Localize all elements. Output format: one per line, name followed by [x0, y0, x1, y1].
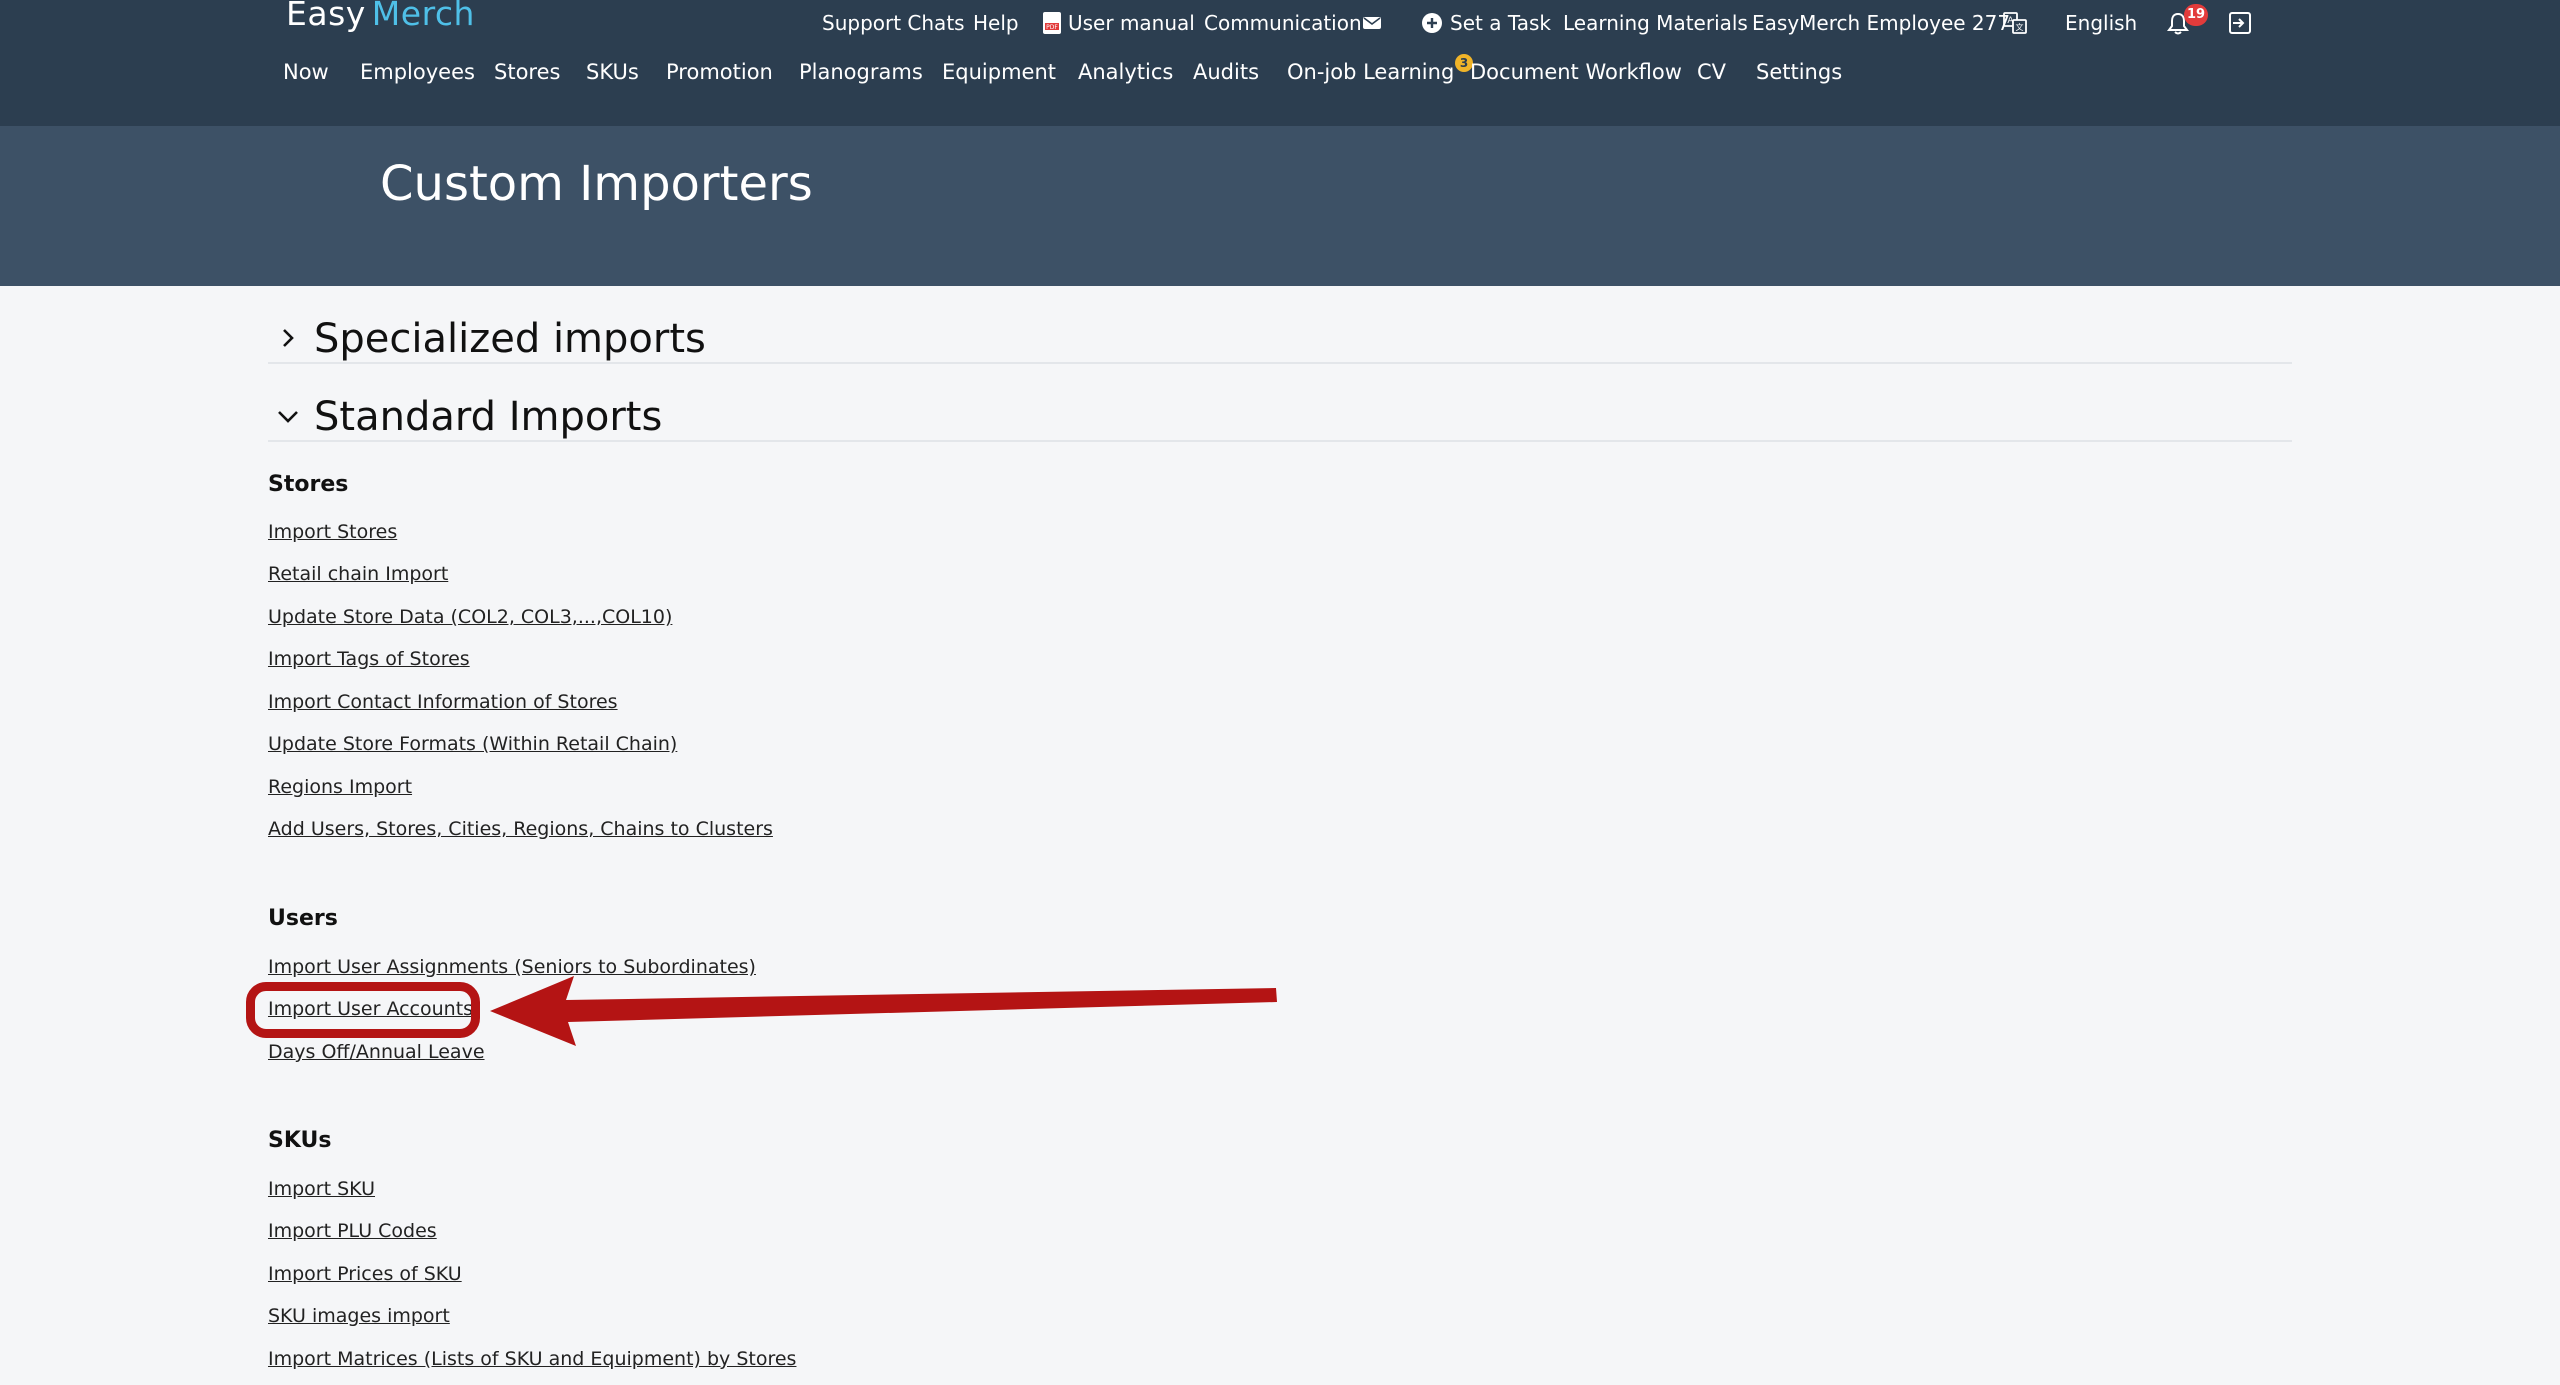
link-import-contact-information[interactable]: Import Contact Information of Stores: [268, 689, 618, 715]
employee-name-link[interactable]: EasyMerch Employee 277: [1752, 10, 2010, 36]
easymerch-logo[interactable]: Easy Merch: [286, 0, 475, 38]
section-label: Specialized imports: [314, 316, 706, 362]
chevron-down-icon: [278, 411, 298, 423]
set-task-link[interactable]: Set a Task: [1450, 10, 1551, 36]
nav-planograms[interactable]: Planograms: [799, 58, 923, 86]
link-import-tags-of-stores[interactable]: Import Tags of Stores: [268, 646, 470, 672]
learning-materials-link[interactable]: Learning Materials: [1563, 10, 1748, 36]
section-specialized-imports[interactable]: Specialized imports: [268, 312, 2292, 364]
chevron-right-icon: [283, 329, 294, 347]
group-title-stores: Stores: [268, 472, 349, 497]
svg-text:文: 文: [2016, 22, 2024, 32]
nav-promotion[interactable]: Promotion: [666, 58, 773, 86]
logo-part-easy: Easy: [286, 0, 366, 33]
link-retail-chain-import[interactable]: Retail chain Import: [268, 561, 448, 587]
nav-employees[interactable]: Employees: [360, 58, 475, 86]
section-label: Standard Imports: [314, 394, 663, 440]
page-title: Custom Importers: [380, 156, 813, 212]
link-days-off-annual-leave[interactable]: Days Off/Annual Leave: [268, 1039, 485, 1065]
link-regions-import[interactable]: Regions Import: [268, 774, 412, 800]
help-link[interactable]: Help: [973, 10, 1019, 36]
plus-circle-icon[interactable]: [1420, 10, 1444, 36]
logout-icon[interactable]: [2228, 10, 2252, 36]
nav-stores[interactable]: Stores: [494, 58, 560, 86]
top-header: Easy Merch Support Chats Help PDF User ma…: [0, 0, 2560, 126]
logo-part-merch: Merch: [371, 0, 475, 33]
link-add-to-clusters[interactable]: Add Users, Stores, Cities, Regions, Chai…: [268, 816, 773, 842]
nav-analytics[interactable]: Analytics: [1078, 58, 1173, 86]
envelope-icon[interactable]: [1360, 10, 1384, 36]
link-sku-images-import[interactable]: SKU images import: [268, 1303, 450, 1329]
user-manual-link[interactable]: User manual: [1068, 10, 1195, 36]
nav-now[interactable]: Now: [283, 58, 329, 86]
link-update-store-formats[interactable]: Update Store Formats (Within Retail Chai…: [268, 731, 677, 757]
nav-equipment[interactable]: Equipment: [942, 58, 1056, 86]
notifications-badge: 19: [2184, 4, 2208, 26]
nav-document-workflow[interactable]: Document Workflow: [1470, 58, 1682, 86]
link-import-plu-codes[interactable]: Import PLU Codes: [268, 1218, 437, 1244]
link-update-store-data[interactable]: Update Store Data (COL2, COL3,...,COL10): [268, 604, 672, 630]
annotation-arrow-icon: [490, 976, 1277, 1046]
translate-icon[interactable]: A文: [2003, 10, 2027, 36]
link-import-stores[interactable]: Import Stores: [268, 519, 397, 545]
nav-cv[interactable]: CV: [1697, 58, 1726, 86]
annotation-highlight-ring: [246, 982, 480, 1038]
nav-settings[interactable]: Settings: [1756, 58, 1842, 86]
nav-skus[interactable]: SKUs: [586, 58, 639, 86]
svg-text:PDF: PDF: [1046, 24, 1058, 31]
section-standard-imports[interactable]: Standard Imports: [268, 390, 2292, 442]
page-title-band: Custom Importers: [0, 126, 2560, 286]
support-chats-link[interactable]: Support Chats: [822, 10, 965, 36]
nav-audits[interactable]: Audits: [1193, 58, 1259, 86]
group-title-skus: SKUs: [268, 1128, 332, 1153]
nav-onjob-learning[interactable]: On-job Learning: [1287, 58, 1454, 86]
link-import-matrices[interactable]: Import Matrices (Lists of SKU and Equipm…: [268, 1346, 796, 1372]
link-import-prices-of-sku[interactable]: Import Prices of SKU: [268, 1261, 462, 1287]
language-selector[interactable]: English: [2065, 10, 2137, 36]
communication-link[interactable]: Communication: [1204, 10, 1362, 36]
group-title-users: Users: [268, 906, 338, 931]
pdf-icon: PDF: [1040, 10, 1064, 36]
link-import-sku[interactable]: Import SKU: [268, 1176, 375, 1202]
